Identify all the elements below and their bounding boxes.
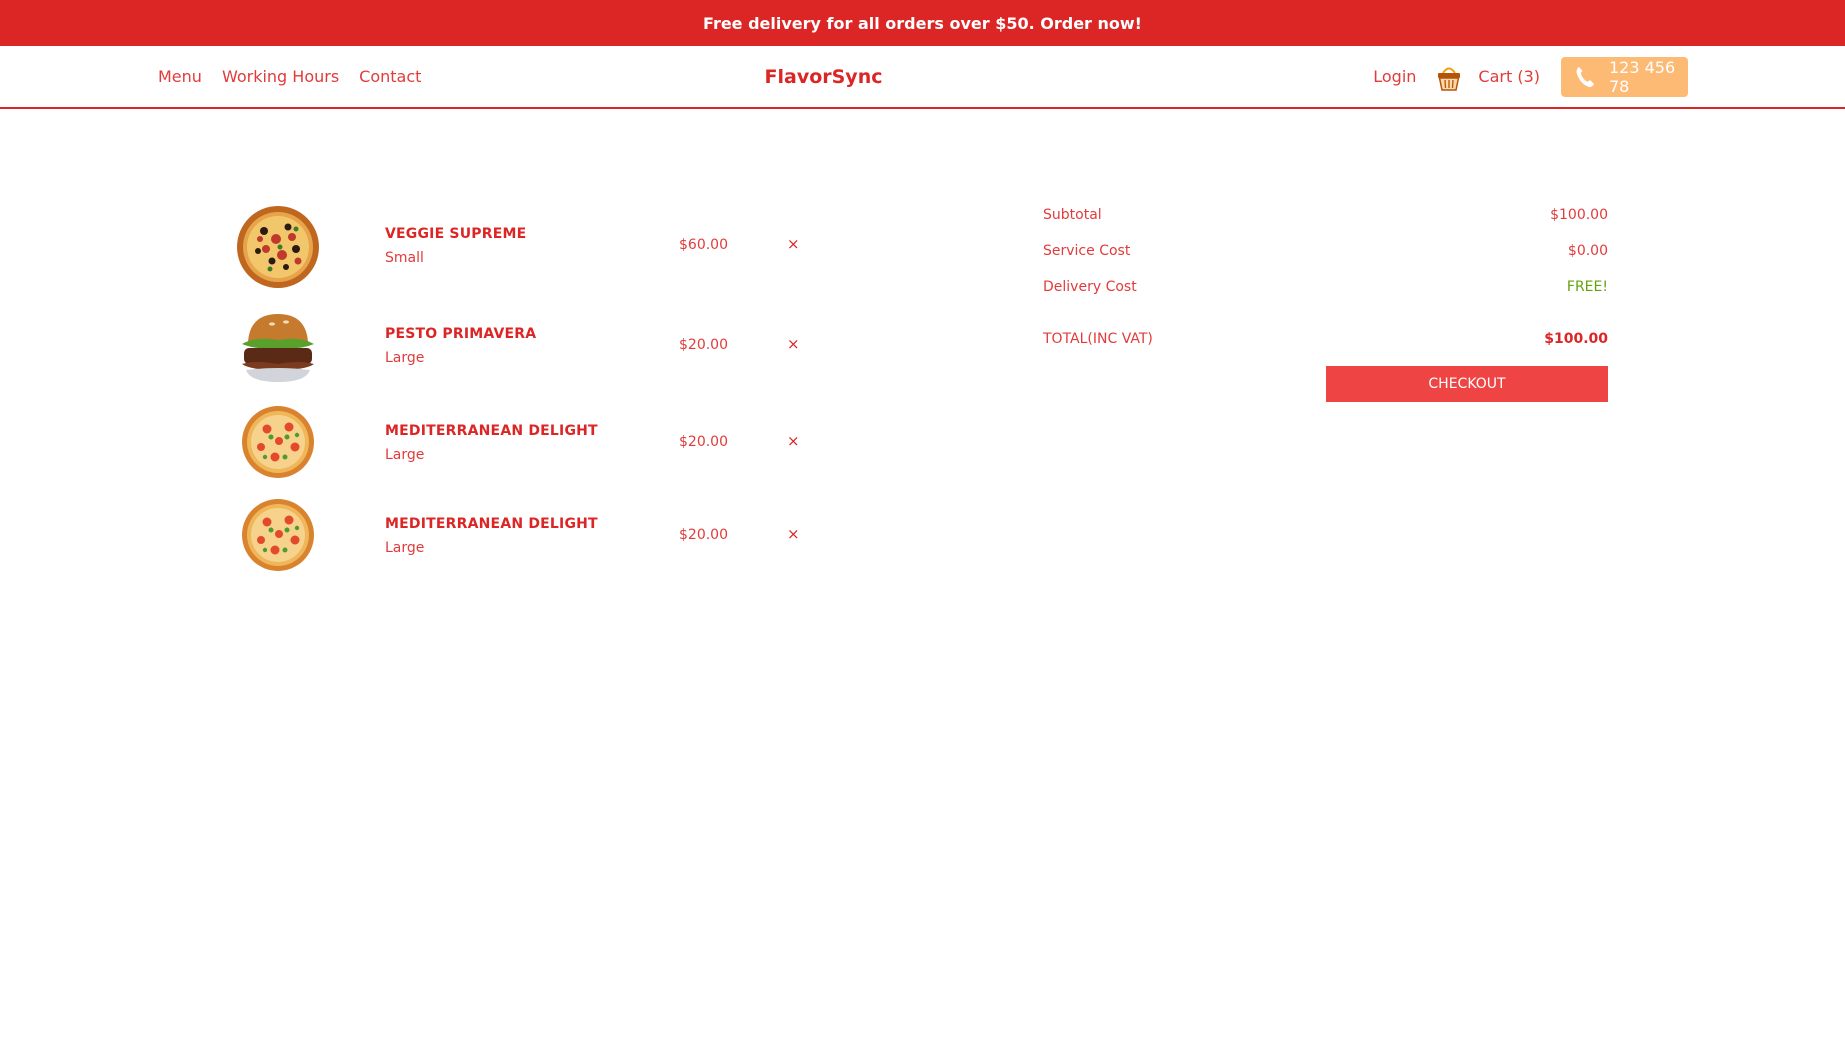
item-size: Large	[385, 350, 425, 366]
promo-banner-text: Free delivery for all orders over $50. O…	[703, 13, 1142, 33]
service-cost-label: Service Cost	[1043, 243, 1131, 259]
delivery-cost-label: Delivery Cost	[1043, 279, 1137, 295]
total-row: TOTAL(INC VAT) $100.00	[1043, 331, 1608, 351]
remove-item-button[interactable]: ×	[787, 235, 800, 253]
pizza-image	[241, 498, 315, 572]
cart-link[interactable]: Cart (3)	[1478, 67, 1540, 86]
item-name: MEDITERRANEAN DELIGHT	[385, 423, 598, 439]
item-price: $20.00	[679, 527, 728, 543]
cart-item: MEDITERRANEAN DELIGHT Large $20.00 ×	[236, 490, 816, 580]
cart-item: PESTO PRIMAVERA Large $20.00 ×	[236, 300, 816, 390]
item-name: PESTO PRIMAVERA	[385, 326, 537, 342]
remove-item-button[interactable]: ×	[787, 335, 800, 353]
phone-icon	[1575, 66, 1595, 88]
remove-item-button[interactable]: ×	[787, 432, 800, 450]
delivery-cost-row: Delivery Cost FREE!	[1043, 279, 1608, 299]
item-size: Large	[385, 447, 425, 463]
pizza-image	[241, 405, 315, 479]
item-size: Small	[385, 250, 424, 266]
phone-number: 123 456 78	[1609, 57, 1676, 96]
subtotal-value: $100.00	[1550, 207, 1608, 223]
nav-actions: Login Cart (3) 123 456 78	[1373, 46, 1688, 107]
item-price: $20.00	[679, 337, 728, 353]
pizza-image	[236, 205, 320, 289]
delivery-cost-value: FREE!	[1566, 279, 1608, 295]
promo-banner: Free delivery for all orders over $50. O…	[0, 0, 1845, 46]
cart-item: VEGGIE SUPREME Small $60.00 ×	[236, 200, 816, 290]
remove-item-button[interactable]: ×	[787, 525, 800, 543]
total-value: $100.00	[1544, 331, 1608, 347]
item-price: $20.00	[679, 434, 728, 450]
checkout-button[interactable]: CHECKOUT	[1326, 366, 1608, 402]
basket-icon[interactable]	[1436, 63, 1462, 91]
subtotal-row: Subtotal $100.00	[1043, 207, 1608, 227]
cart-item: MEDITERRANEAN DELIGHT Large $20.00 ×	[236, 397, 816, 487]
navbar: Menu Working Hours Contact FlavorSync Lo…	[0, 46, 1845, 109]
item-name: MEDITERRANEAN DELIGHT	[385, 516, 598, 532]
burger-image	[236, 310, 320, 394]
service-cost-row: Service Cost $0.00	[1043, 243, 1608, 263]
subtotal-label: Subtotal	[1043, 207, 1102, 223]
service-cost-value: $0.00	[1567, 243, 1608, 259]
phone-button[interactable]: 123 456 78	[1561, 56, 1688, 97]
login-link[interactable]: Login	[1373, 67, 1416, 86]
item-size: Large	[385, 540, 425, 556]
item-name: VEGGIE SUPREME	[385, 226, 527, 242]
total-label: TOTAL(INC VAT)	[1043, 331, 1153, 347]
item-price: $60.00	[679, 237, 728, 253]
